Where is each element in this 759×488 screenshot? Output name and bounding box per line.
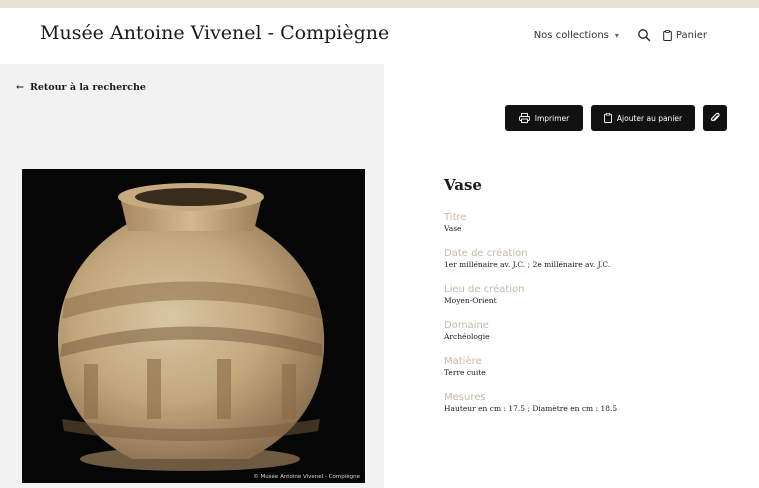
field-mesures: Mesures Hauteur en cm : 17.5 ; Diamètre …	[444, 392, 744, 414]
field-label: Titre	[444, 212, 467, 223]
image-panel: ← Retour à la recherche © Musée Antoine …	[0, 64, 384, 488]
chevron-down-icon: ▾	[614, 30, 619, 40]
attach-button[interactable]	[703, 105, 727, 131]
arrow-left-icon: ←	[16, 82, 24, 93]
field-value: Moyen-Orient	[444, 296, 497, 305]
action-bar: Imprimer Ajouter au panier	[505, 105, 727, 131]
back-to-search-link[interactable]: ← Retour à la recherche	[16, 82, 146, 93]
field-value: Terre cuite	[444, 368, 486, 377]
field-label: Domaine	[444, 320, 489, 331]
add-to-cart-label: Ajouter au panier	[616, 113, 683, 123]
field-label: Date de création	[444, 248, 528, 259]
clipboard-icon	[603, 113, 612, 123]
field-value: 1er millénaire av. J.C. ; 2e millénaire …	[444, 260, 611, 269]
top-strip	[0, 0, 759, 8]
back-link-label: Retour à la recherche	[29, 82, 146, 93]
field-value: Hauteur en cm : 17.5 ; Diamètre en cm : …	[444, 404, 618, 413]
object-title: Vase	[444, 176, 482, 194]
nav-cart[interactable]: Panier	[663, 30, 707, 41]
field-value: Archéologie	[444, 332, 490, 341]
field-label: Matière	[444, 356, 482, 367]
field-matiere: Matière Terre cuite	[444, 356, 744, 378]
object-details: Vase Titre Vase Date de création 1er mil…	[444, 176, 744, 428]
field-value: Vase	[444, 224, 462, 233]
paperclip-icon	[710, 112, 720, 122]
field-date-creation: Date de création 1er millénaire av. J.C.…	[444, 248, 744, 270]
field-label: Mesures	[444, 392, 486, 403]
photo-credit: © Musée Antoine Vivenel - Compiègne	[250, 473, 363, 481]
vase-image	[22, 169, 365, 483]
main-nav: Nos collections ▾ Panier	[534, 28, 707, 42]
field-lieu-creation: Lieu de création Moyen-Orient	[444, 284, 744, 306]
field-titre: Titre Vase	[444, 212, 744, 234]
nav-collections-menu[interactable]: Nos collections ▾	[534, 30, 619, 41]
print-button[interactable]: Imprimer	[505, 105, 583, 131]
site-title[interactable]: Musée Antoine Vivenel - Compiègne	[40, 22, 389, 44]
print-button-label: Imprimer	[534, 113, 570, 123]
object-photo[interactable]: © Musée Antoine Vivenel - Compiègne	[22, 169, 365, 483]
search-icon[interactable]	[637, 28, 651, 42]
field-label: Lieu de création	[444, 284, 525, 295]
site-header: Musée Antoine Vivenel - Compiègne Nos co…	[0, 8, 759, 64]
field-domaine: Domaine Archéologie	[444, 320, 744, 342]
add-to-cart-button[interactable]: Ajouter au panier	[591, 105, 695, 131]
nav-cart-label: Panier	[675, 29, 707, 41]
nav-collections-label: Nos collections	[533, 29, 609, 41]
clipboard-icon	[663, 29, 672, 41]
printer-icon	[518, 113, 530, 123]
